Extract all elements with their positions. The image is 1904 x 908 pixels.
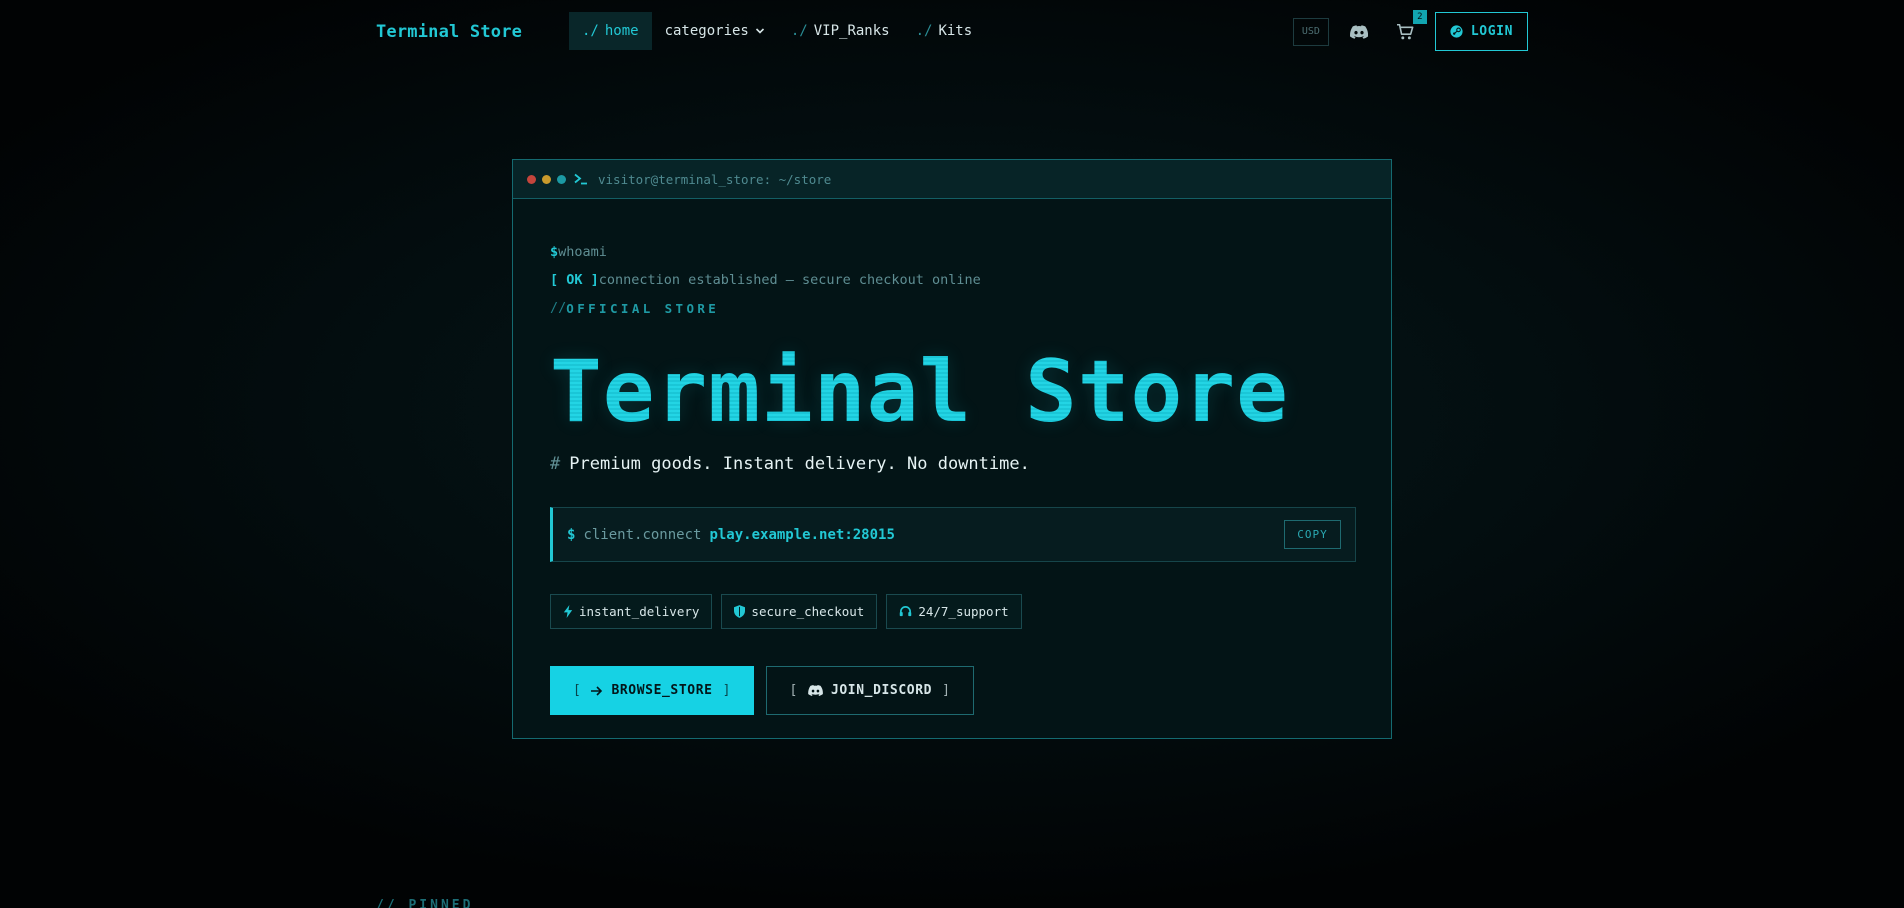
bracket: [ <box>573 683 582 698</box>
badge-instant-delivery: instant_delivery <box>550 594 713 629</box>
official-store-label: OFFICIAL STORE <box>566 300 720 316</box>
cta-row: [ BROWSE_STORE ] [ JOIN_DISCORD ] <box>550 666 1356 715</box>
currency-selector[interactable]: USD <box>1292 17 1329 46</box>
server-address[interactable]: play.example.net:28015 <box>709 527 894 543</box>
nav-actions: USD 2 LOGIN <box>1292 9 1528 51</box>
join-discord-label: JOIN_DISCORD <box>830 683 933 698</box>
nav-link-label: categories <box>664 23 749 39</box>
badge-label: secure_checkout <box>751 604 865 619</box>
login-label: LOGIN <box>1470 24 1513 39</box>
top-navbar: Terminal Store ./ home categories ./ VIP… <box>0 0 1904 62</box>
nav-link-prefix: ./ <box>790 23 808 39</box>
whoami-line: $ whoami <box>550 238 1356 266</box>
tagline: # Premium goods. Instant delivery. No do… <box>550 454 1356 474</box>
headset-icon <box>900 606 912 617</box>
terminal-path: visitor@terminal_store: ~/store <box>598 171 832 187</box>
badge-label: instant_delivery <box>579 604 700 619</box>
browse-store-button[interactable]: [ BROWSE_STORE ] <box>550 666 754 715</box>
prompt-symbol: $ <box>550 244 559 260</box>
official-store-line: // OFFICIAL STORE <box>550 294 1356 322</box>
ok-status: [ OK ] <box>550 272 599 288</box>
lightning-icon <box>563 605 573 618</box>
badge-label: 24/7_support <box>918 604 1009 619</box>
nav-link-vip-ranks[interactable]: ./ VIP_Ranks <box>778 12 903 50</box>
cart-button[interactable]: 2 <box>1393 9 1427 44</box>
discord-link[interactable] <box>1347 20 1371 44</box>
window-maximize-dot <box>557 174 566 184</box>
steam-icon <box>1450 25 1463 38</box>
nav-link-label: Kits <box>938 23 973 39</box>
nav-link-home[interactable]: ./ home <box>569 12 652 50</box>
window-close-dot <box>527 174 536 184</box>
hero-title: Terminal Store <box>550 342 1356 442</box>
command-text: whoami <box>558 244 607 260</box>
browse-store-label: BROWSE_STORE <box>611 683 713 698</box>
nav-link-categories[interactable]: categories <box>652 12 778 50</box>
shield-icon <box>734 605 746 618</box>
server-connect-box: $ client.connect play.example.net:28015 … <box>550 507 1356 562</box>
discord-icon <box>1349 24 1368 39</box>
nav-link-prefix: ./ <box>582 23 599 39</box>
comment-slashes: // <box>550 300 567 316</box>
nav-link-prefix: ./ <box>915 23 933 39</box>
bracket: ] <box>942 683 951 698</box>
terminal-body: $ whoami [ OK ] connection established —… <box>550 200 1356 715</box>
feature-badges: instant_delivery secure_checkout 24/7_su… <box>550 594 1356 629</box>
connect-command: client.connect <box>583 526 702 543</box>
nav-links: ./ home categories ./ VIP_Ranks ./ Kits <box>569 12 985 50</box>
cart-count-badge: 2 <box>1412 9 1427 24</box>
window-minimize-dot <box>542 174 551 184</box>
nav-link-kits[interactable]: ./ Kits <box>903 12 986 50</box>
status-line: [ OK ] connection established — secure c… <box>550 266 1356 294</box>
chevron-down-icon <box>755 28 764 34</box>
brand-logo[interactable]: Terminal Store <box>376 22 522 42</box>
bracket: [ <box>789 683 798 698</box>
bracket: ] <box>722 683 731 698</box>
next-section-heading: // PINNED <box>376 898 474 908</box>
terminal-prompt-icon <box>574 173 588 185</box>
cart-icon <box>1396 23 1414 39</box>
join-discord-button[interactable]: [ JOIN_DISCORD ] <box>766 666 974 715</box>
tagline-hash: # <box>550 454 561 474</box>
badge-support: 24/7_support <box>886 594 1022 629</box>
badge-secure-checkout: secure_checkout <box>721 594 878 629</box>
status-text: connection established — secure checkout… <box>598 272 981 288</box>
terminal-titlebar: visitor@terminal_store: ~/store <box>513 160 1391 199</box>
login-button[interactable]: LOGIN <box>1434 12 1528 51</box>
nav-link-label: home <box>604 23 639 39</box>
tagline-text: Premium goods. Instant delivery. No down… <box>569 454 1030 474</box>
copy-button[interactable]: COPY <box>1284 520 1341 549</box>
nav-link-label: VIP_Ranks <box>813 23 890 39</box>
terminal-window: visitor@terminal_store: ~/store $ whoami… <box>512 159 1392 739</box>
arrow-right-icon <box>591 685 603 696</box>
prompt-symbol: $ <box>567 526 576 543</box>
discord-icon <box>808 685 823 696</box>
